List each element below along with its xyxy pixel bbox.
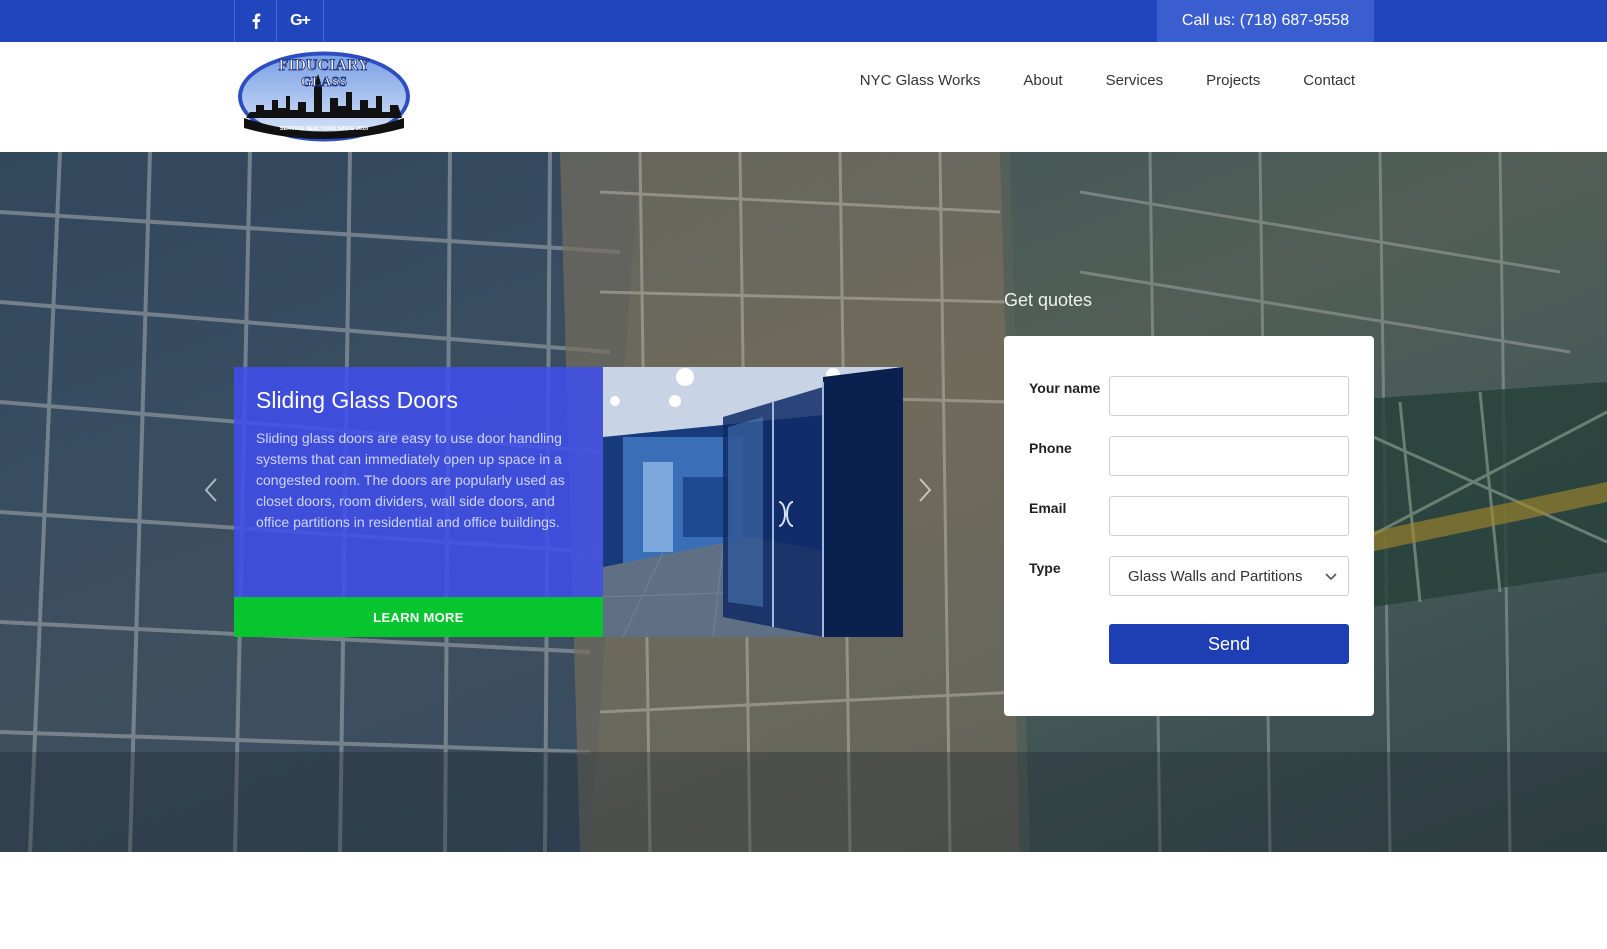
nav-item-projects[interactable]: Projects (1206, 72, 1260, 89)
fiduciary-glass-logo[interactable]: FIDUCIARY GLASS SERVING NEW YORK SINCE 2… (236, 50, 412, 143)
form-row-phone: Phone (1029, 436, 1349, 476)
send-button[interactable]: Send (1109, 624, 1349, 664)
nav-item-about[interactable]: About (1023, 72, 1062, 89)
header: FIDUCIARY GLASS SERVING NEW YORK SINCE 2… (0, 42, 1607, 152)
glass-office-photo (603, 367, 903, 637)
email-label: Email (1029, 500, 1067, 516)
top-bar: G+ Call us: (718) 687-9558 (0, 0, 1607, 42)
nav-item-contact[interactable]: Contact (1303, 72, 1355, 89)
slide-text-panel: Sliding Glass Doors Sliding glass doors … (234, 367, 603, 597)
form-row-type: Type Glass Walls and Partitions (1029, 556, 1349, 596)
phone-input[interactable] (1109, 436, 1349, 476)
quote-form: Your name Phone Email Type Glass Walls a… (1004, 336, 1374, 716)
type-label: Type (1029, 560, 1061, 576)
main-nav: NYC Glass Works About Services Projects … (860, 72, 1355, 89)
slider-prev-arrow[interactable] (204, 477, 218, 510)
call-us-phone[interactable]: Call us: (718) 687-9558 (1157, 0, 1374, 42)
get-quotes-title: Get quotes (1004, 290, 1093, 310)
email-input[interactable] (1109, 496, 1349, 536)
social-links: G+ (234, 0, 324, 42)
logo-line2: GLASS (301, 75, 347, 90)
slide-title: Sliding Glass Doors (256, 387, 458, 413)
chevron-left-icon (204, 478, 217, 502)
facebook-icon (252, 13, 260, 29)
form-row-name: Your name (1029, 376, 1349, 416)
slider-next-arrow[interactable] (918, 477, 932, 510)
nav-item-services[interactable]: Services (1106, 72, 1164, 89)
google-plus-link[interactable]: G+ (277, 0, 324, 42)
logo-line1: FIDUCIARY (279, 57, 370, 74)
name-label: Your name (1029, 380, 1101, 396)
type-select[interactable]: Glass Walls and Partitions (1109, 556, 1349, 596)
slide-image-glass-office (603, 367, 903, 637)
slide-sliding-glass-doors: Sliding Glass Doors Sliding glass doors … (234, 367, 903, 637)
chevron-down-icon (1325, 573, 1337, 581)
type-selected-value: Glass Walls and Partitions (1128, 567, 1303, 585)
logo-tagline: SERVING NEW YORK SINCE 2010 (280, 126, 368, 132)
google-plus-icon: G+ (290, 12, 311, 29)
name-input[interactable] (1109, 376, 1349, 416)
hero-section: Sliding Glass Doors Sliding glass doors … (0, 152, 1607, 852)
phone-label: Phone (1029, 440, 1072, 456)
chevron-right-icon (919, 478, 932, 502)
facebook-link[interactable] (235, 0, 277, 42)
nav-item-nyc-glass-works[interactable]: NYC Glass Works (860, 72, 981, 89)
slide-description: Sliding glass doors are easy to use door… (256, 430, 565, 530)
learn-more-button[interactable]: LEARN MORE (234, 597, 603, 637)
form-row-email: Email (1029, 496, 1349, 536)
